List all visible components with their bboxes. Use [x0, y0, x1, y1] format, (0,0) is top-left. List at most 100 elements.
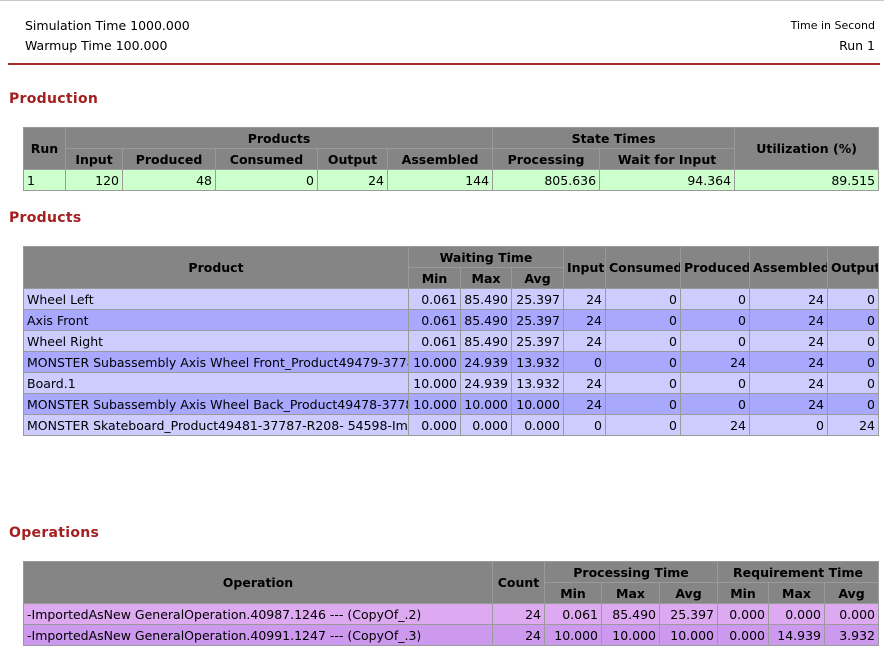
cell-req-max: 0.000	[768, 603, 825, 625]
col-wait-for-input: Wait for Input	[599, 148, 736, 170]
col-utilization: Utilization (%)	[734, 127, 880, 170]
cell-wait-max: 85.490	[460, 309, 512, 331]
cell-assembled: 24	[749, 309, 828, 331]
top-border	[0, 0, 884, 1]
col-output: Output	[827, 246, 879, 289]
cell-output: 0	[827, 309, 879, 331]
cell-wait-max: 24.939	[460, 372, 512, 394]
cell-wait-min: 10.000	[408, 393, 461, 415]
col-group-state-times: State Times	[492, 127, 736, 149]
cell-produced: 0	[680, 309, 750, 331]
col-input: Input	[65, 148, 123, 170]
cell-count: 24	[492, 624, 545, 646]
cell-req-avg: 0.000	[824, 603, 879, 625]
cell-produced: 24	[680, 414, 750, 436]
cell-input: 24	[563, 309, 606, 331]
table-row: Axis Front 0.061 85.490 25.397 24 0 0 24 0	[23, 309, 879, 331]
cell-assembled: 24	[749, 351, 828, 373]
col-min: Min	[408, 267, 461, 289]
col-avg: Avg	[511, 267, 564, 289]
cell-input: 0	[563, 351, 606, 373]
col-req-max: Max	[768, 582, 825, 604]
cell-proc-max: 85.490	[601, 603, 660, 625]
cell-assembled: 24	[749, 372, 828, 394]
table-row: -ImportedAsNew GeneralOperation.40987.12…	[23, 603, 879, 625]
cell-consumed: 0	[605, 330, 681, 352]
cell-wait-avg: 25.397	[511, 288, 564, 310]
cell-wait-avg: 10.000	[511, 393, 564, 415]
cell-product: Axis Front	[23, 309, 409, 331]
col-group-products: Products	[64, 127, 494, 149]
cell-wait-min: 0.061	[408, 330, 461, 352]
simulation-time: Simulation Time 1000.000	[25, 18, 190, 33]
col-proc-min: Min	[544, 582, 602, 604]
cell-wait-min: 0.061	[408, 309, 461, 331]
cell-input: 24	[563, 393, 606, 415]
cell-assembled: 24	[749, 393, 828, 415]
table-row: MONSTER Skateboard_Product49481-37787-R2…	[23, 414, 879, 436]
cell-output: 0	[827, 288, 879, 310]
table-row: Board.1 10.000 24.939 13.932 24 0 0 24 0	[23, 372, 879, 394]
cell-assembled: 24	[749, 330, 828, 352]
cell-product: MONSTER Subassembly Axis Wheel Front_Pro…	[23, 351, 409, 373]
products-table: Product Waiting Time Input Consumed Prod…	[23, 246, 879, 436]
cell-product: MONSTER Skateboard_Product49481-37787-R2…	[23, 414, 409, 436]
col-input: Input	[563, 246, 606, 289]
col-req-avg: Avg	[824, 582, 879, 604]
table-row: -ImportedAsNew GeneralOperation.40991.12…	[23, 624, 879, 646]
cell-consumed: 0	[605, 309, 681, 331]
cell-wait-min: 10.000	[408, 372, 461, 394]
cell-produced: 0	[680, 330, 750, 352]
cell-count: 24	[492, 603, 545, 625]
cell-proc-avg: 25.397	[659, 603, 718, 625]
col-count: Count	[492, 561, 545, 604]
section-title-operations: Operations	[9, 525, 100, 541]
col-consumed: Consumed	[605, 246, 681, 289]
cell-consumed: 0	[605, 372, 681, 394]
col-product: Product	[23, 246, 409, 289]
col-group-processing-time: Processing Time	[544, 561, 718, 583]
cell-output: 0	[827, 351, 879, 373]
cell-wait-avg: 25.397	[511, 330, 564, 352]
cell-output: 24	[317, 169, 388, 191]
production-table: Run Products State Times Utilization (%)…	[23, 127, 880, 191]
col-proc-avg: Avg	[659, 582, 718, 604]
cell-product: MONSTER Subassembly Axis Wheel Back_Prod…	[23, 393, 409, 415]
col-assembled: Assembled	[386, 148, 494, 170]
cell-wait-min: 10.000	[408, 351, 461, 373]
cell-wait-for-input: 94.364	[599, 169, 736, 191]
cell-operation: -ImportedAsNew GeneralOperation.40991.12…	[23, 624, 493, 646]
table-row: 1 120 48 0 24 144 805.636 94.364 89.515	[23, 169, 880, 191]
col-processing: Processing	[492, 148, 601, 170]
cell-input: 120	[65, 169, 123, 191]
cell-product: Board.1	[23, 372, 409, 394]
cell-input: 24	[563, 330, 606, 352]
cell-wait-min: 0.000	[408, 414, 461, 436]
cell-produced: 0	[680, 393, 750, 415]
cell-proc-min: 0.061	[544, 603, 602, 625]
cell-assembled: 24	[749, 288, 828, 310]
table-row: MONSTER Subassembly Axis Wheel Front_Pro…	[23, 351, 879, 373]
cell-req-max: 14.939	[768, 624, 825, 646]
cell-wait-avg: 13.932	[511, 351, 564, 373]
cell-input: 24	[563, 372, 606, 394]
col-produced: Produced	[122, 148, 216, 170]
cell-req-min: 0.000	[717, 603, 769, 625]
time-unit: Time in Second	[790, 19, 875, 32]
cell-wait-max: 24.939	[460, 351, 512, 373]
cell-assembled: 0	[749, 414, 828, 436]
cell-proc-avg: 10.000	[659, 624, 718, 646]
cell-wait-avg: 13.932	[511, 372, 564, 394]
cell-output: 0	[827, 393, 879, 415]
cell-wait-max: 10.000	[460, 393, 512, 415]
cell-wait-avg: 0.000	[511, 414, 564, 436]
col-produced: Produced	[680, 246, 750, 289]
col-group-waiting-time: Waiting Time	[408, 246, 564, 268]
cell-consumed: 0	[215, 169, 318, 191]
cell-proc-max: 10.000	[601, 624, 660, 646]
table-row: MONSTER Subassembly Axis Wheel Back_Prod…	[23, 393, 879, 415]
col-group-requirement-time: Requirement Time	[717, 561, 879, 583]
cell-output: 0	[827, 330, 879, 352]
header-divider	[8, 63, 880, 65]
cell-wait-max: 85.490	[460, 330, 512, 352]
